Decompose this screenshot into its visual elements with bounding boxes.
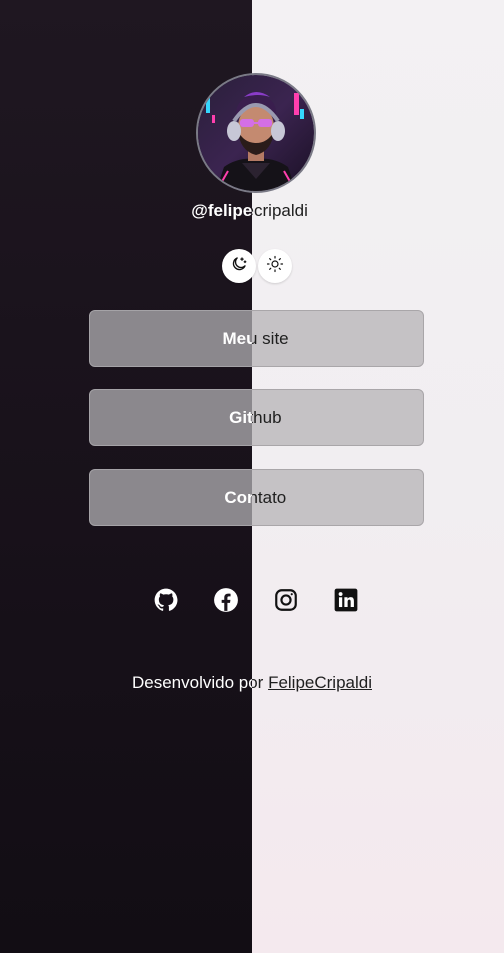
footer-light: Desenvolvido por FelipeCripaldi — [252, 673, 504, 693]
footer-light-part: Desenvolvido por FelipeCripaldi — [252, 0, 504, 953]
footer: Desenvolvido por FelipeCripaldi — [0, 673, 252, 693]
split-content: @felipecripaldi Meu site Github Contato … — [0, 0, 504, 953]
footer-dark-part: Desenvolvido por FelipeCripaldi — [0, 0, 252, 953]
footer-prefix: Desenvolvido por — [131, 673, 252, 692]
footer-prefix-light: Desenvolvido por — [252, 673, 264, 692]
footer-author-link-light[interactable]: FelipeCripaldi — [268, 673, 372, 692]
